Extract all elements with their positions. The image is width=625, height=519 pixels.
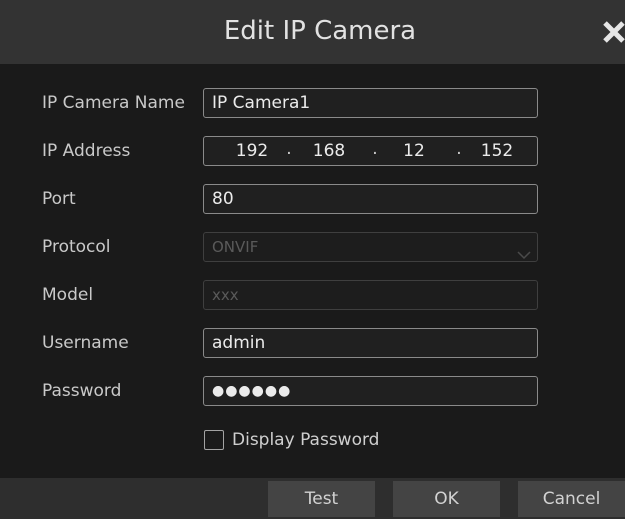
dialog-title: Edit IP Camera [223,16,417,46]
ip-octet-4[interactable]: 152 [469,137,525,165]
dialog-titlebar: Edit IP Camera [0,0,625,64]
username-label: Username [42,333,129,353]
ip-camera-name-label: IP Camera Name [42,93,185,113]
ip-separator: . [372,139,378,159]
protocol-select: ONVIF [203,232,538,262]
ip-camera-name-input[interactable]: IP Camera1 [203,88,538,118]
ip-octet-3[interactable]: 12 [386,137,442,165]
edit-ip-camera-dialog: Edit IP Camera IP Camera Name IP Camera1… [0,0,625,519]
ip-octet-2[interactable]: 168 [301,137,357,165]
port-input[interactable]: 80 [203,184,538,214]
username-input[interactable]: admin [203,328,538,358]
ip-separator: . [456,139,462,159]
ok-button[interactable]: OK [393,481,500,517]
ip-address-input[interactable]: 192 . 168 . 12 . 152 [203,136,538,166]
close-icon[interactable] [600,18,625,46]
protocol-value: ONVIF [212,238,259,256]
ip-address-label: IP Address [42,141,131,161]
cancel-button[interactable]: Cancel [518,481,625,517]
password-label: Password [42,381,122,401]
model-label: Model [42,285,94,305]
ip-octet-1[interactable]: 192 [224,137,280,165]
test-button[interactable]: Test [268,481,375,517]
port-label: Port [42,189,76,209]
protocol-label: Protocol [42,237,111,257]
ip-separator: . [286,139,292,159]
display-password-checkbox[interactable] [204,430,224,450]
model-input: xxx [203,280,538,310]
display-password-label[interactable]: Display Password [232,429,379,451]
password-input[interactable]: ●●●●●● [203,376,538,406]
chevron-down-icon [517,241,531,260]
